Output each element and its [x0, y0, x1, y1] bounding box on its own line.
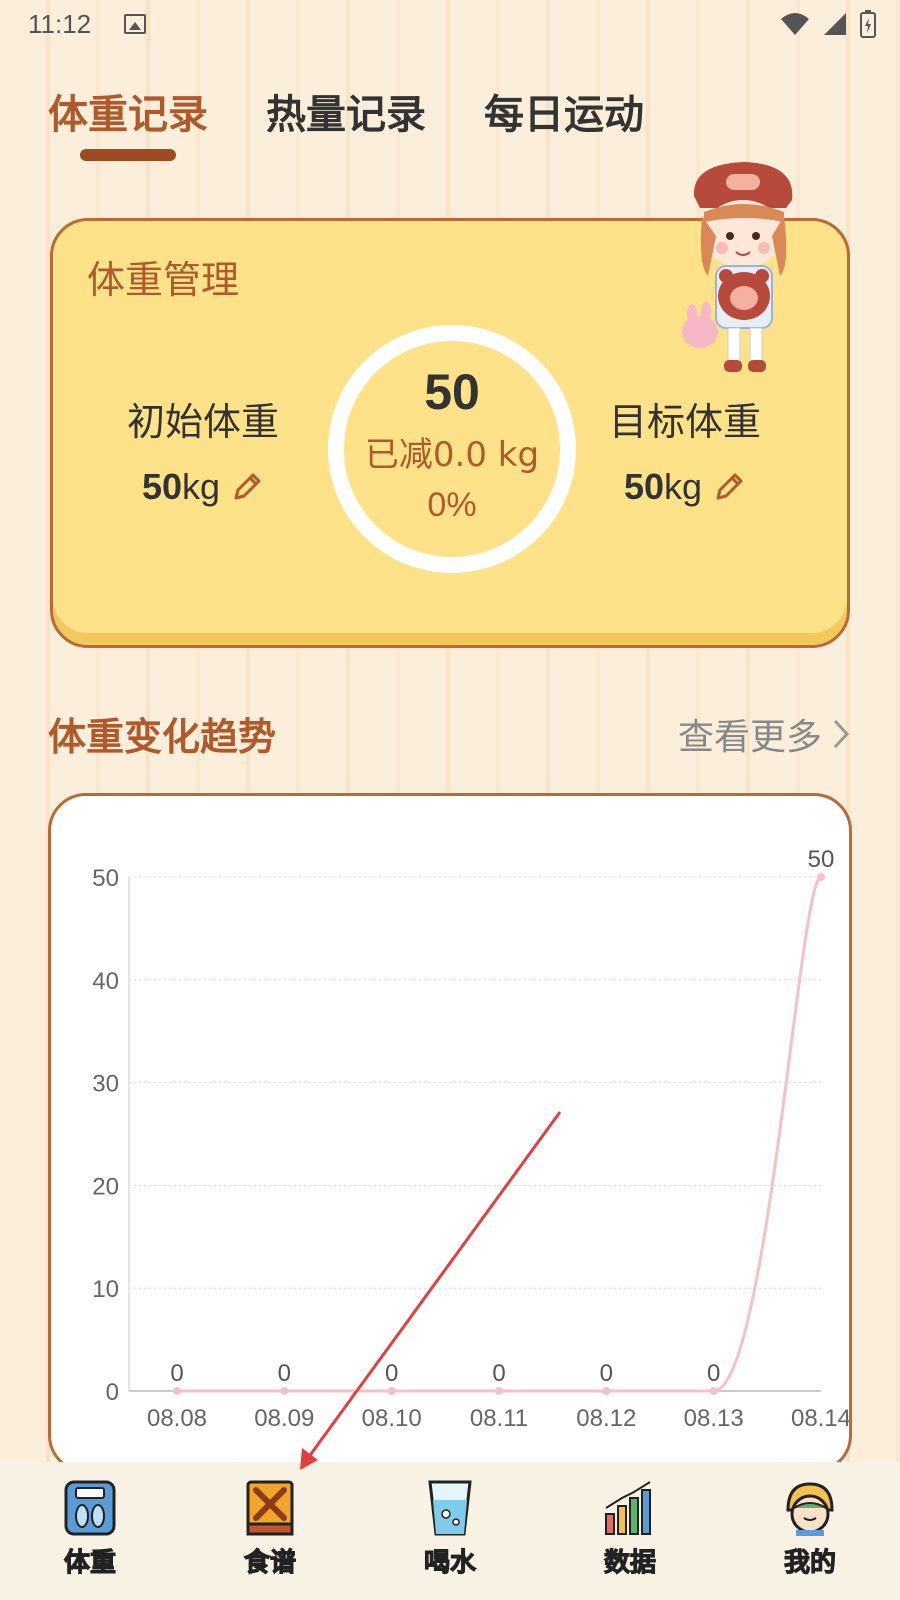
x-tick-label: 08.10: [362, 1405, 422, 1432]
nav-label-data: 数据: [603, 1548, 656, 1579]
progress-percent: 0%: [427, 486, 477, 524]
data-label: 0: [170, 1360, 183, 1387]
x-tick-label: 08.12: [576, 1405, 636, 1432]
x-tick-label: 08.13: [684, 1405, 744, 1432]
nav-item-recipe[interactable]: 食谱: [215, 1480, 325, 1579]
view-more-label: 查看更多: [677, 717, 822, 758]
signal-icon: [824, 13, 846, 35]
data-point: [602, 1387, 611, 1395]
data-point: [173, 1387, 181, 1395]
battery-icon: [860, 10, 876, 38]
image-notification-icon: [124, 14, 146, 34]
edit-target-weight-icon[interactable]: [712, 470, 746, 504]
y-tick-label: 40: [92, 968, 119, 995]
profile-avatar-icon: [786, 1482, 834, 1536]
weight-trend-chart: 0 10 20 30 40 50 08.08 08.09 08.10 08.11 08.12 08.1…: [48, 793, 852, 1473]
initial-weight-unit: kg: [182, 466, 221, 507]
nav-item-water[interactable]: 喝水: [395, 1480, 505, 1579]
tab-calorie-record[interactable]: 热量记录: [266, 82, 426, 140]
edit-initial-weight-icon[interactable]: [230, 470, 264, 504]
x-tick-label: 08.14: [791, 1405, 851, 1432]
data-point: [709, 1387, 718, 1395]
nav-item-profile[interactable]: 我的: [755, 1480, 865, 1579]
y-tick-label: 10: [92, 1276, 119, 1303]
view-more-link[interactable]: 查看更多: [678, 708, 850, 760]
nav-label-weight: 体重: [63, 1548, 116, 1579]
status-time: 11:12: [28, 9, 92, 39]
initial-weight-number: 50: [141, 466, 182, 507]
active-tab-indicator: [80, 149, 176, 161]
line-chart-svg: 0 10 20 30 40 50 08.08 08.09 08.10 08.11 08.12 08.1…: [92, 846, 851, 1432]
data-label: 0: [278, 1360, 291, 1387]
target-weight-number: 50: [623, 466, 664, 507]
nav-label-profile: 我的: [783, 1548, 836, 1579]
nav-label-water: 喝水: [423, 1548, 476, 1579]
data-point: [495, 1387, 503, 1395]
bottom-navigation: 体重 食谱 喝水 数据 我的: [0, 1462, 900, 1600]
data-label: 0: [385, 1360, 398, 1387]
target-weight-block: 目标体重 50kg: [575, 391, 795, 508]
initial-weight-label: 初始体重: [126, 400, 279, 444]
y-tick-label: 50: [92, 865, 119, 892]
x-tick-label: 08.11: [470, 1405, 528, 1432]
target-weight-value: 50kg: [575, 466, 795, 508]
nav-item-weight[interactable]: 体重: [35, 1480, 145, 1579]
y-tick-label: 30: [92, 1071, 119, 1098]
data-point: [387, 1387, 396, 1395]
x-tick-label: 08.08: [147, 1405, 207, 1432]
status-bar: 11:12: [0, 0, 900, 48]
data-label: 0: [492, 1360, 505, 1387]
wifi-icon: [781, 13, 809, 35]
data-point: [817, 873, 825, 881]
chevron-right-icon: [833, 719, 850, 749]
tab-daily-exercise[interactable]: 每日运动: [484, 82, 644, 140]
y-tick-label: 20: [92, 1173, 119, 1200]
data-label: 0: [600, 1360, 613, 1387]
weight-lost-text: 已减0.0 kg: [364, 435, 540, 475]
recipe-book-icon: [246, 1480, 294, 1536]
bar-chart-icon: [605, 1481, 651, 1535]
current-weight: 50: [424, 364, 480, 420]
trend-section-title: 体重变化趋势: [48, 715, 277, 759]
target-weight-unit: kg: [664, 466, 703, 507]
top-tabs: 体重记录 热量记录 每日运动: [48, 82, 644, 140]
data-point: [280, 1387, 289, 1395]
card-title: 体重管理: [87, 258, 240, 302]
nav-label-recipe: 食谱: [243, 1548, 296, 1579]
y-tick-label: 0: [106, 1379, 119, 1406]
tab-weight-record[interactable]: 体重记录: [48, 82, 208, 140]
data-label: 50: [808, 846, 835, 873]
data-label: 0: [707, 1360, 720, 1387]
initial-weight-value: 50kg: [93, 466, 313, 508]
target-weight-label: 目标体重: [608, 400, 761, 444]
x-tick-label: 08.09: [254, 1405, 314, 1432]
nav-item-data[interactable]: 数据: [575, 1480, 685, 1579]
initial-weight-block: 初始体重 50kg: [93, 391, 313, 508]
status-icons: [780, 10, 876, 38]
water-glass-icon: [428, 1480, 472, 1536]
scale-icon: [64, 1480, 116, 1536]
series-line: [177, 875, 823, 1393]
girl-mascot-illustration: [682, 162, 793, 372]
progress-ring: 50 已减0.0 kg 0%: [328, 325, 576, 573]
